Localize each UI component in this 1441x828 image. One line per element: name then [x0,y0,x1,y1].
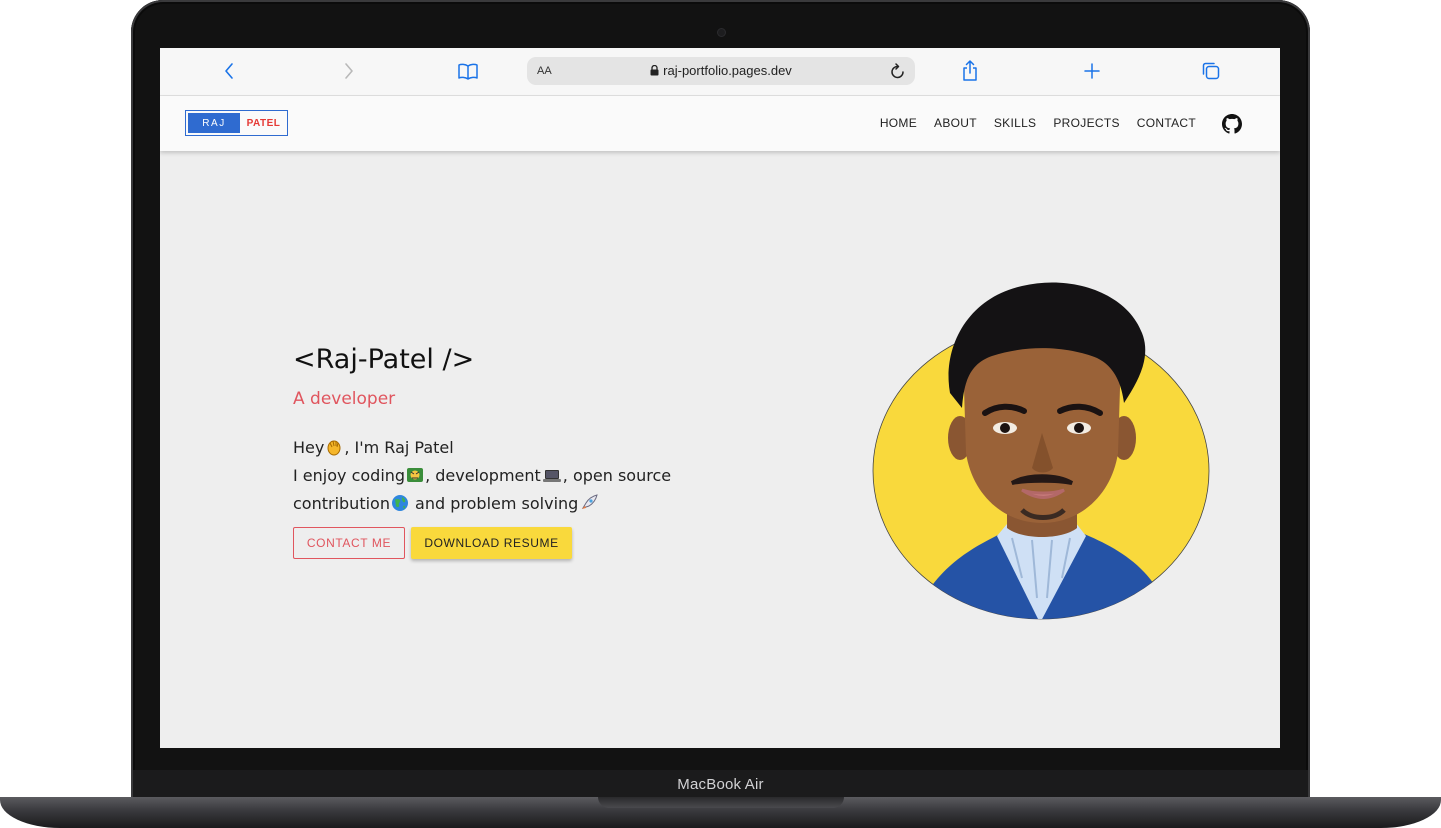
hero-subtitle: A developer [293,389,396,409]
hero-intro: Hey , I'm Raj Patel I enjoy coding , devel… [293,435,713,519]
bookmarks-icon[interactable] [456,60,480,82]
contact-me-button[interactable]: CONTACT ME [293,527,405,559]
nav-home[interactable]: HOME [880,116,917,130]
nav-links: HOME ABOUT SKILLS PROJECTS CONTACT [880,116,1196,130]
browser-toolbar: AA raj-portfolio.pages.dev [160,48,1280,96]
site-navbar: RAJ PATEL HOME ABOUT SKILLS PROJECTS CON… [160,96,1280,151]
new-tab-icon[interactable] [1082,60,1102,82]
intro-open-source: , open source [562,466,672,485]
download-resume-button[interactable]: DOWNLOAD RESUME [411,527,572,559]
address-bar[interactable]: AA raj-portfolio.pages.dev [527,57,915,85]
lock-icon [650,64,659,79]
intro-line-2: I enjoy coding , development , open source [293,463,713,491]
nav-projects[interactable]: PROJECTS [1053,116,1119,130]
intro-line-3: contribution and problem solving [293,491,713,519]
screen: AA raj-portfolio.pages.dev RAJ PATEL HOM… [160,48,1280,748]
intro-development: , development [425,466,541,485]
laptop-notch [598,797,844,808]
device-label: MacBook Air [677,776,764,793]
intro-coding: I enjoy coding [293,466,406,485]
waving-hand-icon [325,438,343,463]
github-icon[interactable] [1222,114,1242,139]
reload-icon[interactable] [890,62,906,85]
site-logo[interactable]: RAJ PATEL [185,110,288,136]
intro-problem-solving: and problem solving [409,494,579,513]
camera [717,28,726,37]
intro-name: , I'm Raj Patel [344,438,454,457]
coding-emoji-icon [406,466,424,491]
globe-icon [391,494,409,519]
hero-title: <Raj-Patel /> [293,344,475,375]
back-icon[interactable] [222,60,236,82]
tabs-icon[interactable] [1200,60,1222,82]
forward-icon[interactable] [342,60,356,82]
share-icon[interactable] [960,60,980,82]
nav-about[interactable]: ABOUT [934,116,977,130]
nav-skills[interactable]: SKILLS [994,116,1037,130]
url-text: raj-portfolio.pages.dev [663,63,792,78]
url-display: raj-portfolio.pages.dev [527,63,915,79]
nav-contact[interactable]: CONTACT [1137,116,1196,130]
logo-first-name: RAJ [188,113,240,133]
rocket-icon [579,494,599,519]
intro-contribution: contribution [293,494,390,513]
profile-photo [872,278,1212,628]
intro-line-1: Hey , I'm Raj Patel [293,435,713,463]
intro-hey: Hey [293,438,325,457]
laptop-emoji-icon [542,466,562,491]
logo-last-name: PATEL [246,117,281,129]
